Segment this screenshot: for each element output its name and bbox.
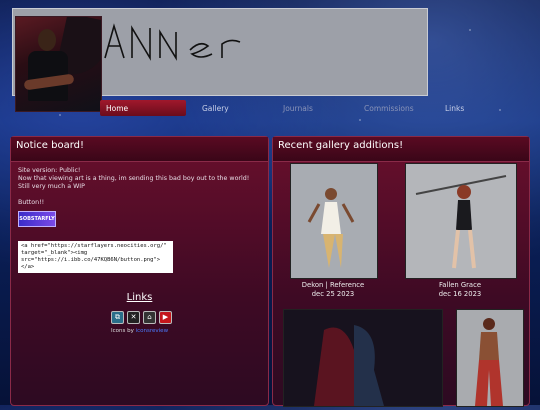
nav-home[interactable]: Home bbox=[100, 100, 186, 116]
notice-line: Site version: Public! bbox=[18, 167, 81, 174]
gallery-item-date: dec 25 2023 bbox=[311, 290, 355, 298]
gallery-thumb-dekon[interactable] bbox=[290, 163, 378, 279]
youtube-icon[interactable]: ▶ bbox=[159, 311, 172, 324]
gallery-item-date: dec 16 2023 bbox=[438, 290, 482, 298]
gallery-thumb-figure[interactable] bbox=[456, 309, 524, 407]
main-nav: Home Gallery Journals Commissions Links bbox=[100, 100, 520, 116]
icons-credit-link[interactable]: iconsreview bbox=[136, 328, 168, 334]
button-code-box[interactable]: <a href="https://starflayers.neocities.o… bbox=[18, 241, 173, 273]
neocities-icon[interactable]: ⧉ bbox=[111, 311, 124, 324]
gallery-item-title[interactable]: Fallen Grace bbox=[405, 281, 515, 290]
icons-credit: Icons by iconsreview bbox=[111, 328, 169, 334]
site-button-badge[interactable]: SOBSTARFLY bbox=[18, 211, 56, 227]
nav-journals[interactable]: Journals bbox=[277, 100, 358, 116]
nav-links[interactable]: Links bbox=[439, 100, 520, 116]
gallery-item-title[interactable]: Dekon | Reference bbox=[290, 281, 376, 290]
notice-line: Now that viewing art is a thing, im send… bbox=[18, 175, 250, 182]
nav-commissions[interactable]: Commissions bbox=[358, 100, 439, 116]
notice-line: Still very much a WIP bbox=[18, 183, 85, 190]
notice-board-title: Notice board! bbox=[11, 137, 268, 162]
nav-gallery[interactable]: Gallery bbox=[196, 100, 277, 116]
site-logo-signature bbox=[104, 23, 241, 61]
gallery-title: Recent gallery additions! bbox=[273, 137, 529, 162]
social-icons: ⧉ ✕ ⌂ ▶ bbox=[111, 311, 172, 324]
avatar bbox=[15, 16, 102, 112]
gallery-thumb-fallen-grace[interactable] bbox=[405, 163, 517, 279]
twitter-icon[interactable]: ✕ bbox=[127, 311, 140, 324]
notice-board-panel: Notice board! Site version: Public! Now … bbox=[10, 136, 269, 406]
gallery-panel: Recent gallery additions! Dekon | Refere… bbox=[272, 136, 530, 407]
home-icon[interactable]: ⌂ bbox=[143, 311, 156, 324]
links-heading[interactable]: Links bbox=[11, 292, 268, 303]
button-label: Button!! bbox=[18, 199, 45, 206]
gallery-thumb-dark-scene[interactable] bbox=[283, 309, 443, 407]
